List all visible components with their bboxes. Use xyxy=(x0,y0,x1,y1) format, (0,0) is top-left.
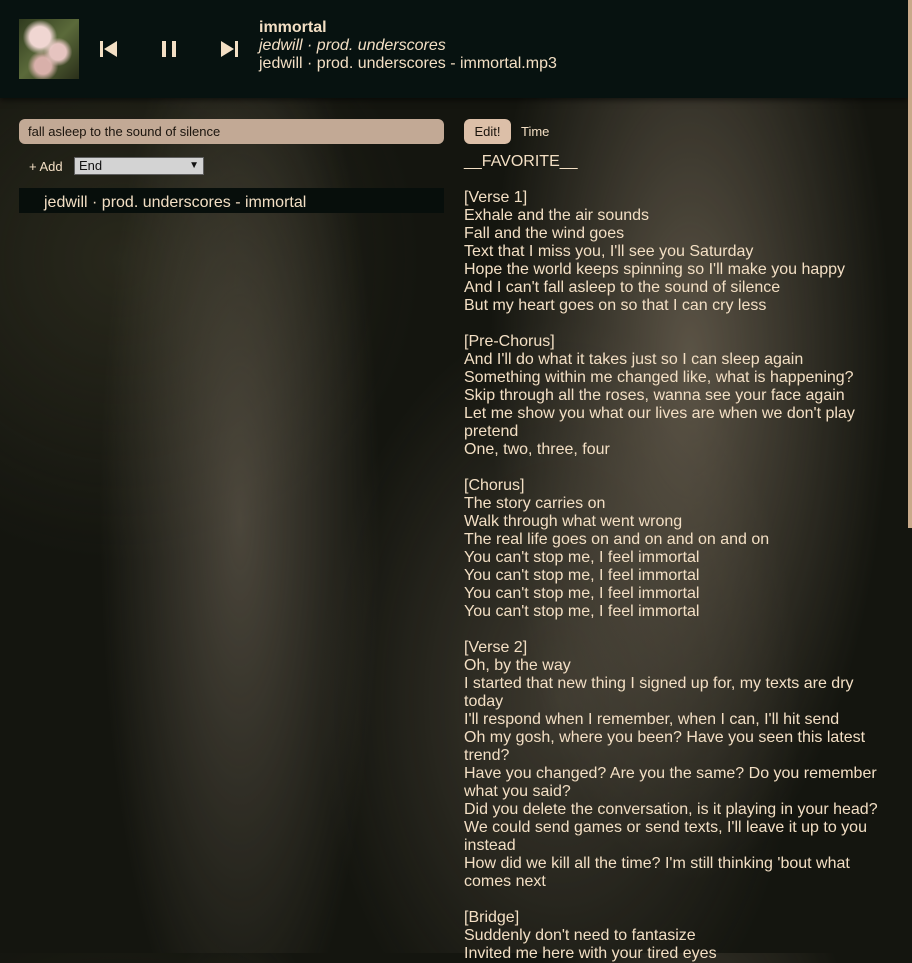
pause-icon xyxy=(162,41,176,57)
lyric-line: Skip through all the roses, wanna see yo… xyxy=(464,387,845,404)
lyric-line: And I'll do what it takes just so I can … xyxy=(464,351,804,368)
lyric-line: We could send games or send texts, I'll … xyxy=(464,819,867,854)
lyric-blank-line xyxy=(464,621,889,639)
lyric-line: Did you delete the conversation, is it p… xyxy=(464,801,878,818)
lyric-line: Walk through what went wrong xyxy=(464,513,683,530)
lyric-line: Hope the world keeps spinning so I'll ma… xyxy=(464,261,846,278)
lyric-line: You can't stop me, I feel immortal xyxy=(464,603,700,620)
playlist-item[interactable]: jedwill · prod. underscores - immortal xyxy=(19,188,444,213)
lyric-line: [Chorus] xyxy=(464,477,525,494)
player-bar: immortal jedwill · prod. underscores jed… xyxy=(0,0,908,98)
now-playing-artist: jedwill · prod. underscores xyxy=(259,37,446,54)
skip-previous-icon xyxy=(100,41,117,57)
playlist: jedwill · prod. underscores - immortal xyxy=(19,188,444,213)
lyric-line: The story carries on xyxy=(464,495,606,512)
window-edge xyxy=(908,0,912,528)
lyric-line: Text that I miss you, I'll see you Satur… xyxy=(464,243,754,260)
add-button[interactable]: + Add xyxy=(29,159,63,174)
now-playing-filename: jedwill · prod. underscores - immortal.m… xyxy=(259,55,557,72)
lyric-line: Suddenly don't need to fantasize xyxy=(464,927,696,944)
lyric-line: Fall and the wind goes xyxy=(464,225,625,242)
lyric-blank-line xyxy=(464,891,889,909)
next-track-button[interactable] xyxy=(218,38,240,60)
lyric-line: I'll respond when I remember, when I can… xyxy=(464,711,840,728)
lyric-line: The real life goes on and on and on and … xyxy=(464,531,770,548)
lyric-line: Oh my gosh, where you been? Have you see… xyxy=(464,729,866,764)
now-playing-title: immortal xyxy=(259,19,327,36)
lyric-line: [Pre-Chorus] xyxy=(464,333,555,350)
lyric-line: Oh, by the way xyxy=(464,657,571,674)
lyric-line: How did we kill all the time? I'm still … xyxy=(464,855,850,890)
lyrics-editor[interactable]: __FAVORITE__ [Verse 1] Exhale and the air … xyxy=(464,153,889,963)
lyric-line: Let me show you what our lives are when … xyxy=(464,405,855,440)
lyric-line: [Verse 2] xyxy=(464,639,528,656)
lyric-blank-line xyxy=(464,171,889,189)
lyric-line: __FAVORITE__ xyxy=(464,153,578,170)
tab-edit[interactable]: Edit! xyxy=(464,119,511,144)
album-cover-image xyxy=(19,19,79,79)
insert-position-select[interactable]: End ▼ xyxy=(74,157,204,175)
lyric-line: Have you changed? Are you the same? Do y… xyxy=(464,765,877,800)
previous-track-button[interactable] xyxy=(98,38,120,60)
lyric-line: But my heart goes on so that I can cry l… xyxy=(464,297,767,314)
lyric-blank-line xyxy=(464,459,889,477)
lyric-line: Invited me here with your tired eyes xyxy=(464,945,717,962)
skip-next-icon xyxy=(221,41,238,57)
pause-button[interactable] xyxy=(158,38,180,60)
lyric-line: You can't stop me, I feel immortal xyxy=(464,549,700,566)
lyric-line: [Verse 1] xyxy=(464,189,528,206)
lyric-line: You can't stop me, I feel immortal xyxy=(464,567,700,584)
lyric-line: You can't stop me, I feel immortal xyxy=(464,585,700,602)
lyric-line: And I can't fall asleep to the sound of … xyxy=(464,279,781,296)
search-input[interactable] xyxy=(19,119,444,144)
lyric-line: Something within me changed like, what i… xyxy=(464,369,854,386)
lyric-line: Exhale and the air sounds xyxy=(464,207,650,224)
dropdown-arrow-icon: ▼ xyxy=(189,160,199,171)
tab-time[interactable]: Time xyxy=(521,119,549,144)
lyric-blank-line xyxy=(464,315,889,333)
lyric-line: One, two, three, four xyxy=(464,441,610,458)
insert-position-value: End xyxy=(79,158,103,173)
lyric-line: I started that new thing I signed up for… xyxy=(464,675,854,710)
lyric-line: [Bridge] xyxy=(464,909,520,926)
